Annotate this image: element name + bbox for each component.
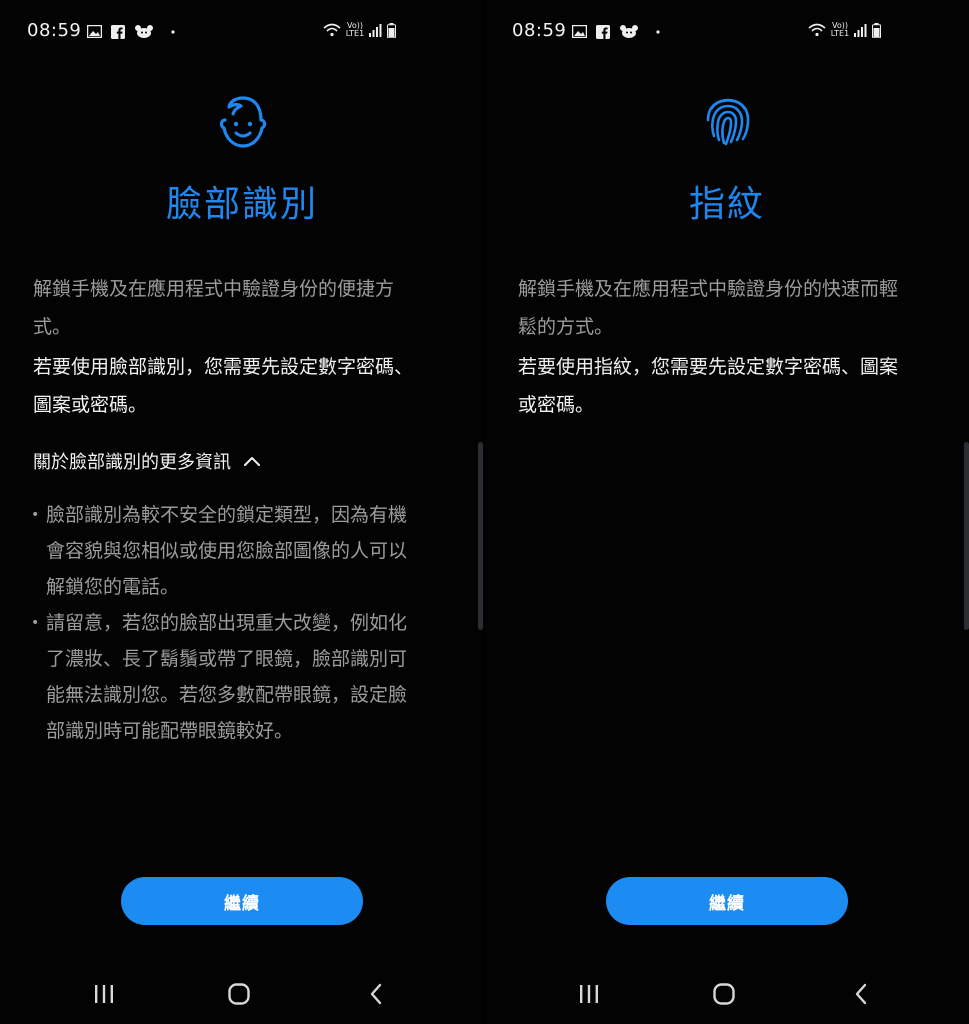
lte-label: LTE1 <box>830 29 850 38</box>
lte-label: LTE1 <box>345 29 365 38</box>
status-indicators: Vo)) LTE1 <box>323 22 396 38</box>
facebook-icon <box>111 24 125 39</box>
dot-icon <box>171 29 175 34</box>
face-recognition-screen: 08:59 Vo)) LTE1 臉部識別 解鎖手機及在應用程式中驗證身份的便捷方… <box>0 0 484 1024</box>
battery-icon <box>872 22 881 38</box>
network-type: Vo)) LTE1 <box>345 22 365 38</box>
list-item: 請留意，若您的臉部出現重大改變，例如化了濃妝、長了鬍鬚或帶了眼鏡，臉部識別可能無… <box>30 605 425 749</box>
back-icon <box>855 983 867 1005</box>
recents-icon <box>95 985 113 1003</box>
back-icon <box>370 983 382 1005</box>
page-title: 臉部識別 <box>165 184 318 225</box>
more-info-label: 關於臉部識別的更多資訊 <box>33 452 231 473</box>
continue-button[interactable]: 繼續 <box>606 877 848 925</box>
notification-icons <box>572 24 662 39</box>
face-icon <box>219 96 267 148</box>
navigation-bar <box>0 975 484 1013</box>
description: 解鎖手機及在應用程式中驗證身份的快速而輕鬆的方式。 <box>518 278 899 338</box>
status-time: 08:59 <box>512 20 567 41</box>
scrollbar[interactable] <box>478 442 483 630</box>
gallery-icon <box>87 25 102 38</box>
network-type: Vo)) LTE1 <box>830 22 850 38</box>
notification-icons <box>87 24 177 39</box>
requirement-text: 若要使用臉部識別，您需要先設定數字密碼、圖案或密碼。 <box>33 356 414 416</box>
more-info-toggle[interactable]: 關於臉部識別的更多資訊 <box>33 448 261 474</box>
status-bar: 08:59 Vo)) LTE1 <box>0 18 484 46</box>
recents-button[interactable] <box>569 975 609 1013</box>
more-info-list: 臉部識別為較不安全的鎖定類型，因為有機會容貌與您相似或使用您臉部圖像的人可以解鎖… <box>30 497 425 749</box>
fingerprint-screen: 08:59 Vo)) LTE1 指紋 解鎖手機及在應用程式中驗證身份的快速而輕鬆 <box>485 0 969 1024</box>
home-icon <box>228 983 250 1005</box>
status-indicators: Vo)) LTE1 <box>808 22 881 38</box>
dot-icon <box>656 29 660 34</box>
gallery-icon <box>572 25 587 38</box>
wifi-icon <box>323 23 341 37</box>
chevron-up-icon <box>244 457 260 466</box>
home-icon <box>713 983 735 1005</box>
status-time: 08:59 <box>27 20 82 41</box>
recents-button[interactable] <box>84 975 124 1013</box>
page-title: 指紋 <box>688 184 765 225</box>
battery-icon <box>387 22 396 38</box>
app-mascot-icon <box>620 25 638 38</box>
back-button[interactable] <box>356 975 396 1013</box>
continue-button[interactable]: 繼續 <box>121 877 363 925</box>
fingerprint-icon <box>706 98 750 146</box>
home-button[interactable] <box>219 975 259 1013</box>
status-bar: 08:59 Vo)) LTE1 <box>485 18 969 46</box>
facebook-icon <box>596 24 610 39</box>
list-item: 臉部識別為較不安全的鎖定類型，因為有機會容貌與您相似或使用您臉部圖像的人可以解鎖… <box>30 497 425 605</box>
navigation-bar <box>485 975 969 1013</box>
recents-icon <box>580 985 598 1003</box>
signal-icon <box>854 23 867 37</box>
wifi-icon <box>808 23 826 37</box>
back-button[interactable] <box>841 975 881 1013</box>
signal-icon <box>369 23 382 37</box>
home-button[interactable] <box>704 975 744 1013</box>
description: 解鎖手機及在應用程式中驗證身份的便捷方式。 <box>33 278 395 338</box>
app-mascot-icon <box>135 25 153 38</box>
scrollbar[interactable] <box>964 442 969 630</box>
requirement-text: 若要使用指紋，您需要先設定數字密碼、圖案或密碼。 <box>518 356 899 416</box>
